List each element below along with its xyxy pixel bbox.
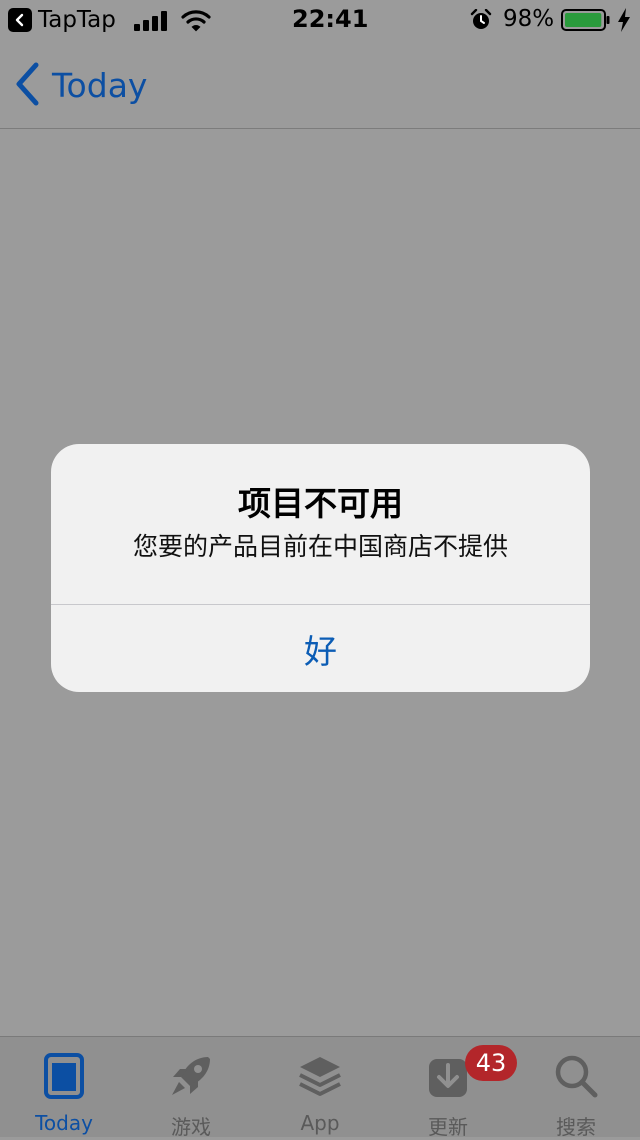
alert-title: 项目不可用 [238,484,403,523]
apps-stack-icon [297,1053,343,1103]
status-time: 22:41 [292,5,369,33]
tab-label: Today [35,1111,93,1135]
tab-today[interactable]: Today [0,1037,128,1137]
back-to-app-button[interactable]: TapTap [8,7,116,33]
charge-icon [617,8,631,36]
navigation-bar: Today [0,40,640,129]
chevron-left-icon [14,62,40,110]
wifi-icon [181,8,211,36]
alert-content: 项目不可用 您要的产品目前在中国商店不提供 [51,444,590,604]
alert-ok-button[interactable]: 好 [51,605,590,692]
tab-bar: Today 游戏 App 更新 搜索 [0,1036,640,1139]
back-icon [8,8,32,32]
back-app-label: TapTap [38,7,116,33]
tab-search[interactable]: 搜索 [512,1037,640,1139]
updates-badge: 43 [465,1045,517,1081]
tab-label: App [300,1111,340,1135]
alert-message: 您要的产品目前在中国商店不提供 [132,532,508,561]
today-icon [44,1053,84,1103]
update-icon [427,1053,469,1103]
nav-back-label: Today [52,66,148,105]
tab-apps[interactable]: App [256,1037,384,1137]
tab-games[interactable]: 游戏 [127,1037,255,1139]
status-bar: TapTap 22:41 98% [0,0,640,40]
rocket-icon [168,1053,214,1103]
battery-icon [561,9,611,35]
alarm-icon [470,8,492,35]
alert-dialog: 项目不可用 您要的产品目前在中国商店不提供 好 [51,444,590,692]
battery-percent: 98% [503,6,555,32]
search-icon [553,1053,599,1103]
nav-back-button[interactable]: Today [14,62,147,110]
signal-icon [134,11,168,35]
